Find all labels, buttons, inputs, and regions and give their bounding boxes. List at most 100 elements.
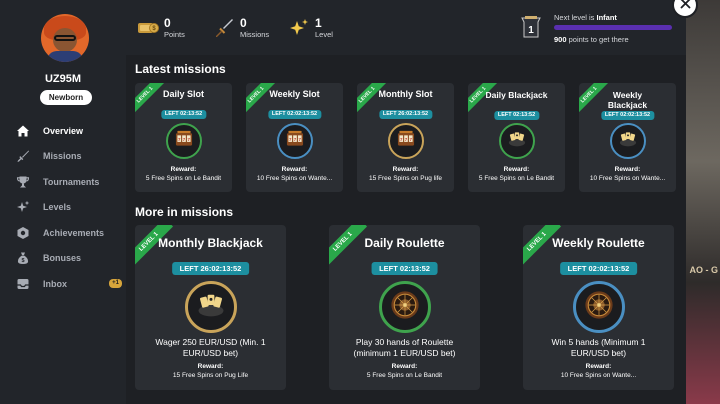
sidebar-item-label: Inbox xyxy=(43,278,67,289)
missions-value: 0 xyxy=(240,16,247,30)
sword-icon xyxy=(213,17,235,39)
mission-game-image: 777 xyxy=(165,123,202,159)
next-level-name: Infant xyxy=(596,13,617,22)
reward-label: Reward: xyxy=(585,363,612,370)
sidebar-item-label: Overview xyxy=(43,125,84,136)
mission-card[interactable]: LEVEL 1 Daily Blackjack LEFT 02:13:52 Rewar… xyxy=(468,83,565,192)
more-missions-title: More in missions xyxy=(135,205,234,219)
sparkle-icon xyxy=(16,200,30,214)
avatar[interactable] xyxy=(41,14,89,62)
sidebar-item-label: Achievements xyxy=(43,227,105,238)
close-icon xyxy=(680,0,691,14)
mission-title: Daily Blackjack xyxy=(485,90,548,100)
sidebar-item-levels[interactable]: Levels xyxy=(16,195,122,221)
roulette-icon xyxy=(582,288,616,327)
missions-label: Missions xyxy=(240,30,270,39)
sidebar: UZ95M Newborn Overview Missions Tourname… xyxy=(0,0,126,404)
mission-title: Weekly Roulette xyxy=(552,236,645,250)
cards-icon xyxy=(617,128,639,155)
next-level-text: Next level is Infant xyxy=(554,13,617,22)
mission-card[interactable]: LEVEL 1 Daily Slot LEFT 02:13:52 7 7 7 Reward:… xyxy=(135,83,232,192)
sidebar-item-label: Levels xyxy=(43,202,72,213)
reward-value: 5 Free Spins on Le Bandit xyxy=(478,175,555,182)
sidebar-item-inbox[interactable]: Inbox +1 xyxy=(16,271,122,297)
sidebar-item-achievements[interactable]: Achievements xyxy=(16,220,122,246)
mission-game-image xyxy=(498,123,535,159)
level-badge-number: 1 xyxy=(528,25,534,36)
reward-value: 5 Free Spins on Le Bandit xyxy=(145,175,222,182)
mission-card[interactable]: LEVEL 1 Daily Roulette LEFT 02:13:52 Play 3… xyxy=(329,225,480,390)
moneybag-icon: $ xyxy=(16,251,30,265)
svg-text:$: $ xyxy=(21,258,24,264)
slot-machine-icon: 777 xyxy=(173,128,195,155)
reward-value: 15 Free Spins on Pug life xyxy=(369,175,442,182)
mission-title: Monthly Slot xyxy=(378,89,433,99)
background-peek-text: AO - G xyxy=(689,265,719,275)
time-left-badge: LEFT 02:02:13:52 xyxy=(559,262,638,275)
time-left-badge: LEFT 02:13:52 xyxy=(493,111,540,120)
cards-icon xyxy=(506,128,528,155)
reward-value: 15 Free Spins on Pug Life xyxy=(172,372,249,379)
sword-icon xyxy=(16,149,30,163)
mission-title: Weekly Slot xyxy=(269,89,320,99)
stat-level: 1 Level xyxy=(288,17,333,40)
mission-title: Daily Roulette xyxy=(364,236,445,250)
time-left-badge: LEFT 02:02:13:52 xyxy=(267,110,322,119)
medal-icon xyxy=(16,226,30,240)
time-left-badge: LEFT 26:02:13:52 xyxy=(378,110,433,119)
latest-missions-title: Latest missions xyxy=(135,62,226,76)
background-game-strip: AO - G xyxy=(680,0,720,404)
sidebar-item-tournaments[interactable]: Tournaments xyxy=(16,169,122,195)
slot-machine-icon: 777 xyxy=(395,128,417,155)
mission-card[interactable]: LEVEL 1 Weekly Blackjack LEFT 02:02:13:52 R… xyxy=(579,83,676,192)
missions-modal: UZ95M Newborn Overview Missions Tourname… xyxy=(0,0,686,404)
main-content: $ 0 Points 0 Missions 1 Level 1 Next lev… xyxy=(126,0,686,404)
mission-title: Daily Slot xyxy=(162,89,204,99)
cards-icon xyxy=(194,288,228,327)
mission-game-image: 777 xyxy=(276,123,313,159)
reward-label: Reward: xyxy=(281,166,308,173)
level-badge-icon: 1 xyxy=(520,15,542,39)
sidebar-item-missions[interactable]: Missions xyxy=(16,144,122,170)
sidebar-nav: Overview Missions Tournaments Levels Ach… xyxy=(16,118,122,297)
reward-label: Reward: xyxy=(170,166,197,173)
mission-description: Play 30 hands of Roulette (minimum 1 EUR… xyxy=(353,337,456,358)
mission-card[interactable]: LEVEL 1 Weekly Roulette LEFT 02:02:13:52 Wi… xyxy=(523,225,674,390)
rank-badge: Newborn xyxy=(40,90,92,105)
points-label: Points xyxy=(164,30,185,39)
time-left-badge: LEFT 02:02:13:52 xyxy=(600,111,655,120)
sidebar-item-label: Tournaments xyxy=(43,176,100,187)
stat-points: $ 0 Points xyxy=(137,17,185,40)
points-to-next: 900 points to get there xyxy=(554,35,629,44)
sparkle-icon xyxy=(288,17,310,39)
trophy-icon xyxy=(16,175,30,189)
time-left-badge: LEFT 26:02:13:52 xyxy=(171,262,250,275)
reward-value: 10 Free Spins on Wante... xyxy=(256,175,333,182)
inbox-icon xyxy=(16,277,30,291)
mission-card[interactable]: LEVEL 1 Monthly Slot LEFT 26:02:13:52 7 7 7 Re… xyxy=(357,83,454,192)
mission-card[interactable]: LEVEL 1 Monthly Blackjack LEFT 26:02:13:52… xyxy=(135,225,286,390)
time-left-badge: LEFT 02:13:52 xyxy=(371,262,438,275)
roulette-icon xyxy=(388,288,422,327)
slot-machine-icon: 777 xyxy=(284,128,306,155)
sidebar-item-bonuses[interactable]: $ Bonuses xyxy=(16,246,122,272)
level-label: Level xyxy=(315,30,333,39)
username: UZ95M xyxy=(44,73,82,85)
mission-game-image xyxy=(184,281,237,333)
reward-label: Reward: xyxy=(391,363,418,370)
coins-icon: $ xyxy=(137,17,159,39)
sidebar-item-overview[interactable]: Overview xyxy=(16,118,122,144)
mission-card[interactable]: LEVEL 1 Weekly Slot LEFT 02:02:13:52 7 7 7 Rew… xyxy=(246,83,343,192)
reward-label: Reward: xyxy=(503,166,530,173)
level-value: 1 xyxy=(315,16,322,30)
reward-label: Reward: xyxy=(392,166,419,173)
stat-missions: 0 Missions xyxy=(213,17,269,40)
points-value: 0 xyxy=(164,16,171,30)
stats-bar: $ 0 Points 0 Missions 1 Level 1 Next lev… xyxy=(126,0,686,55)
mission-game-image xyxy=(378,281,431,333)
sidebar-item-label: Missions xyxy=(43,151,82,162)
home-icon xyxy=(16,124,30,138)
time-left-badge: LEFT 02:13:52 xyxy=(160,110,207,119)
reward-label: Reward: xyxy=(614,166,641,173)
reward-value: 10 Free Spins on Wante... xyxy=(589,175,666,182)
